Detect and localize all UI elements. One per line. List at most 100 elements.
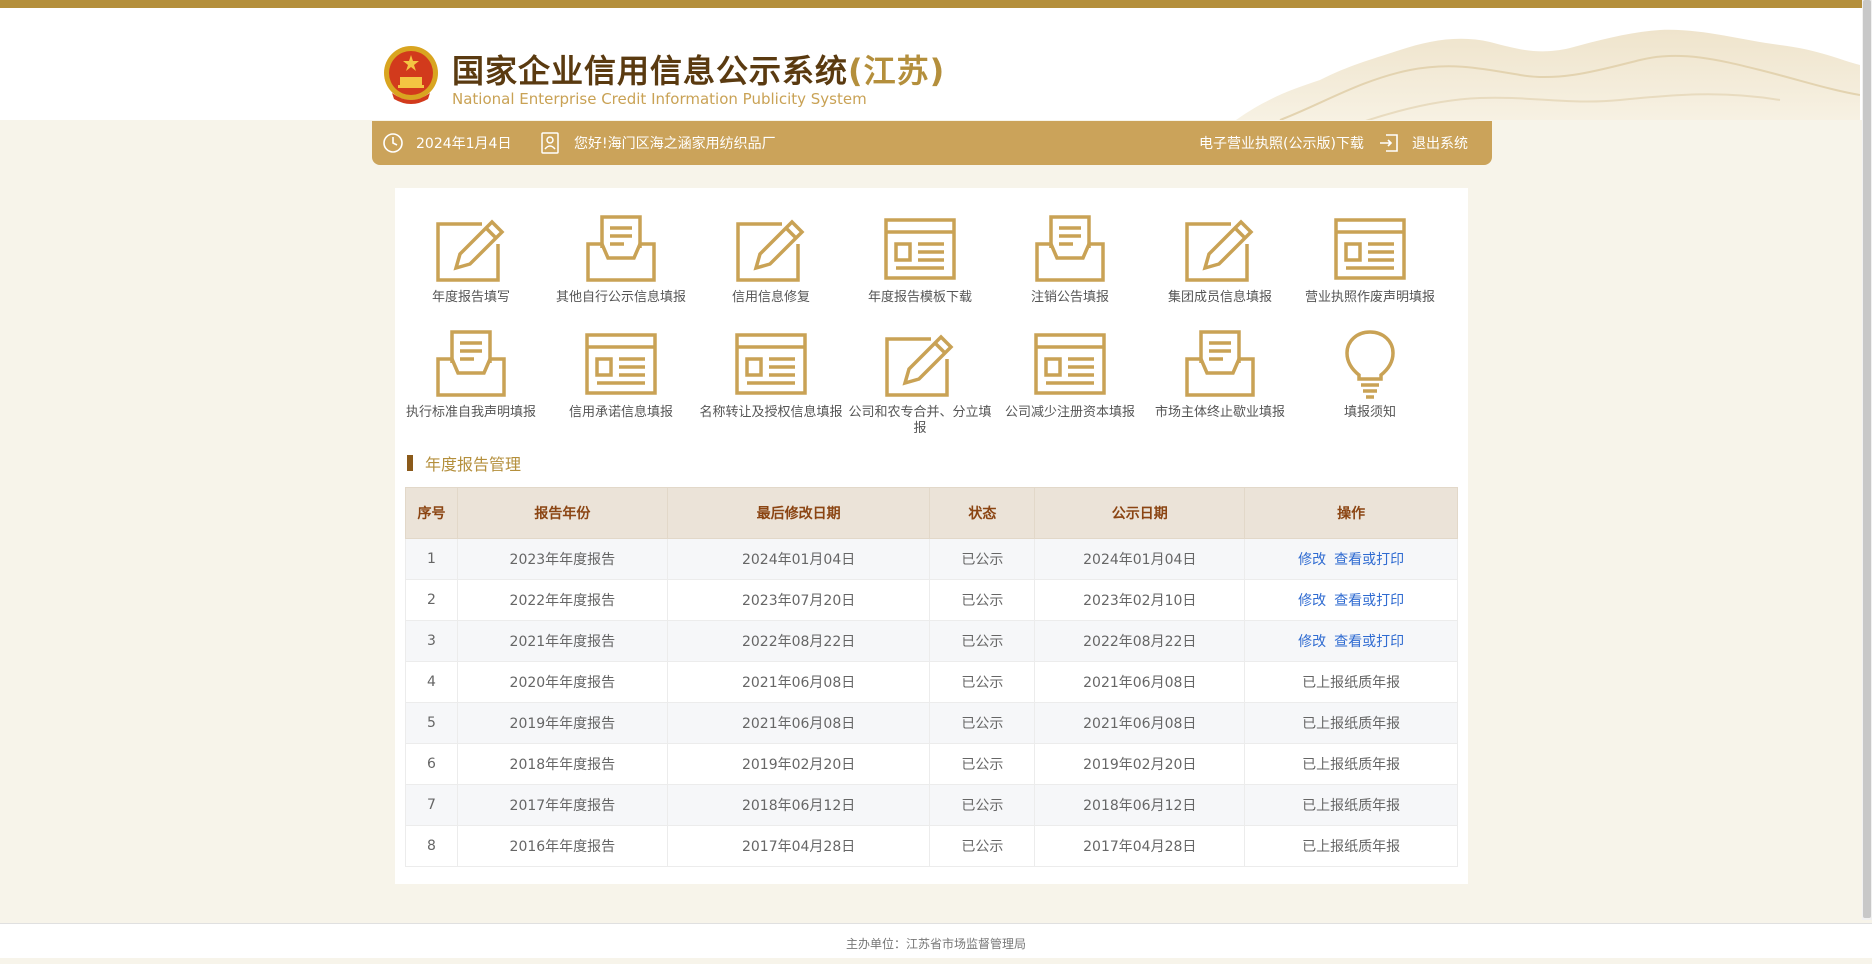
function-group-members[interactable]: 集团成员信息填报 — [1145, 214, 1295, 306]
annual-report-table: 序号 报告年份 最后修改日期 状态 公示日期 操作 1 2023年年度报告 20… — [405, 487, 1458, 867]
function-cancellation-notice[interactable]: 注销公告填报 — [995, 214, 1145, 306]
site-title-province: (江苏) — [848, 52, 946, 90]
cell-operation: 已上报纸质年报 — [1244, 825, 1458, 867]
function-label: 公司减少注册资本填报 — [1004, 405, 1135, 420]
function-other-self-publicity[interactable]: 其他自行公示信息填报 — [546, 214, 696, 306]
template-window-icon — [585, 333, 657, 395]
logout-icon[interactable] — [1378, 132, 1400, 154]
inbox-document-icon — [1185, 330, 1255, 397]
function-template-download[interactable]: 年度报告模板下载 — [845, 214, 995, 306]
function-standard-declaration[interactable]: 执行标准自我声明填报 — [396, 329, 546, 421]
date-text: 2024年1月4日 — [416, 136, 512, 152]
inbox-document-icon — [436, 330, 506, 397]
cell-last-modified: 2021年06月08日 — [666, 661, 931, 703]
cell-status: 已公示 — [929, 825, 1036, 867]
function-label: 公司和农专合并、分立填报 — [848, 405, 992, 436]
function-credit-commitment[interactable]: 信用承诺信息填报 — [546, 329, 696, 421]
national-emblem-icon — [384, 46, 438, 104]
cell-report-year: 2020年年度报告 — [456, 661, 668, 703]
site-subtitle: National Enterprise Credit Information P… — [452, 90, 867, 108]
cell-operation: 修改 查看或打印 — [1244, 538, 1458, 580]
function-name-transfer[interactable]: 名称转让及授权信息填报 — [696, 329, 846, 421]
cell-operation: 修改 查看或打印 — [1244, 579, 1458, 621]
table-row: 1 2023年年度报告 2024年01月04日 已公示 2024年01月04日 … — [405, 538, 1458, 580]
cell-report-year: 2023年年度报告 — [456, 538, 668, 580]
cell-status: 已公示 — [929, 538, 1036, 580]
cell-publish-date: 2021年06月08日 — [1034, 661, 1246, 703]
function-label: 年度报告模板下载 — [867, 290, 972, 305]
header-last-modified: 最后修改日期 — [666, 487, 931, 539]
cell-publish-date: 2021年06月08日 — [1034, 702, 1246, 744]
cell-publish-date: 2018年06月12日 — [1034, 784, 1246, 826]
header-index: 序号 — [405, 487, 458, 539]
vertical-scrollbar-thumb[interactable] — [1863, 0, 1871, 918]
function-label: 营业执照作废声明填报 — [1304, 290, 1435, 305]
table-row: 2 2022年年度报告 2023年07月20日 已公示 2023年02月10日 … — [405, 579, 1458, 621]
cell-index: 8 — [405, 825, 458, 867]
mountain-background-illustration — [1236, 29, 1860, 120]
user-greeting: 您好!海门区海之涵家用纺织品厂 — [540, 121, 776, 165]
edit-link[interactable]: 修改 — [1298, 634, 1326, 650]
function-label: 集团成员信息填报 — [1167, 290, 1272, 305]
cell-operation: 已上报纸质年报 — [1244, 743, 1458, 785]
view-print-link[interactable]: 查看或打印 — [1334, 634, 1404, 650]
cell-last-modified: 2023年07月20日 — [666, 579, 931, 621]
cell-index: 4 — [405, 661, 458, 703]
function-merger-division[interactable]: 公司和农专合并、分立填报 — [845, 329, 995, 437]
cell-last-modified: 2018年06月12日 — [666, 784, 931, 826]
cell-report-year: 2022年年度报告 — [456, 579, 668, 621]
function-label: 信用信息修复 — [731, 290, 810, 305]
table-row: 3 2021年年度报告 2022年08月22日 已公示 2022年08月22日 … — [405, 620, 1458, 662]
edit-link[interactable]: 修改 — [1298, 593, 1326, 609]
date-display: 2024年1月4日 — [382, 121, 511, 165]
function-label: 注销公告填报 — [1030, 290, 1109, 305]
clock-icon — [383, 133, 403, 153]
table-row: 6 2018年年度报告 2019年02月20日 已公示 2019年02月20日 … — [405, 743, 1458, 785]
function-label: 年度报告填写 — [431, 290, 510, 305]
function-license-void[interactable]: 营业执照作废声明填报 — [1295, 214, 1445, 306]
view-print-link[interactable]: 查看或打印 — [1334, 593, 1404, 609]
function-filing-instructions[interactable]: 填报须知 — [1295, 329, 1445, 421]
function-credit-repair[interactable]: 信用信息修复 — [696, 214, 846, 306]
license-download-link[interactable]: 电子营业执照(公示版)下载 — [1199, 121, 1364, 165]
logout-button[interactable]: 退出系统 — [1378, 121, 1468, 165]
cell-index: 3 — [405, 620, 458, 662]
greeting-text: 您好!海门区海之涵家用纺织品厂 — [574, 136, 776, 152]
section-title-annual-report: 年度报告管理 — [407, 451, 521, 475]
cell-index: 1 — [405, 538, 458, 580]
cell-status: 已公示 — [929, 784, 1036, 826]
cell-last-modified: 2017年04月28日 — [666, 825, 931, 867]
cell-report-year: 2021年年度报告 — [456, 620, 668, 662]
table-row: 7 2017年年度报告 2018年06月12日 已公示 2018年06月12日 … — [405, 784, 1458, 826]
function-label: 执行标准自我声明填报 — [405, 405, 536, 420]
license-download-text[interactable]: 电子营业执照(公示版)下载 — [1199, 133, 1364, 153]
edit-form-icon — [1185, 219, 1254, 282]
function-capital-reduction[interactable]: 公司减少注册资本填报 — [995, 329, 1145, 421]
table-row: 5 2019年年度报告 2021年06月08日 已公示 2021年06月08日 … — [405, 702, 1458, 744]
header-status: 状态 — [929, 487, 1036, 539]
logout-text[interactable]: 退出系统 — [1412, 133, 1468, 153]
function-annual-report-fill[interactable]: 年度报告填写 — [396, 214, 546, 306]
page-footer: 主办单位：江苏省市场监督管理局 — [0, 924, 1872, 958]
footer-text: 主办单位：江苏省市场监督管理局 — [845, 937, 1026, 951]
site-header: 国家企业信用信息公示系统(江苏) National Enterprise Cre… — [0, 8, 1872, 120]
inbox-document-icon — [586, 215, 656, 282]
function-business-suspension[interactable]: 市场主体终止歇业填报 — [1145, 329, 1295, 421]
cell-report-year: 2019年年度报告 — [456, 702, 668, 744]
section-marker — [407, 455, 413, 471]
cell-last-modified: 2021年06月08日 — [666, 702, 931, 744]
cell-report-year: 2016年年度报告 — [456, 825, 668, 867]
lightbulb-icon — [1345, 330, 1395, 399]
cell-last-modified: 2024年01月04日 — [666, 538, 931, 580]
cell-status: 已公示 — [929, 579, 1036, 621]
template-window-icon — [884, 218, 956, 280]
inbox-document-icon — [1035, 215, 1105, 282]
cell-last-modified: 2019年02月20日 — [666, 743, 931, 785]
template-window-icon — [735, 333, 807, 395]
site-title-main: 国家企业信用信息公示系统 — [452, 52, 849, 90]
edit-form-icon — [736, 219, 805, 282]
view-print-link[interactable]: 查看或打印 — [1334, 552, 1404, 568]
edit-link[interactable]: 修改 — [1298, 552, 1326, 568]
function-label: 填报须知 — [1343, 405, 1396, 420]
table-row: 8 2016年年度报告 2017年04月28日 已公示 2017年04月28日 … — [405, 825, 1458, 867]
